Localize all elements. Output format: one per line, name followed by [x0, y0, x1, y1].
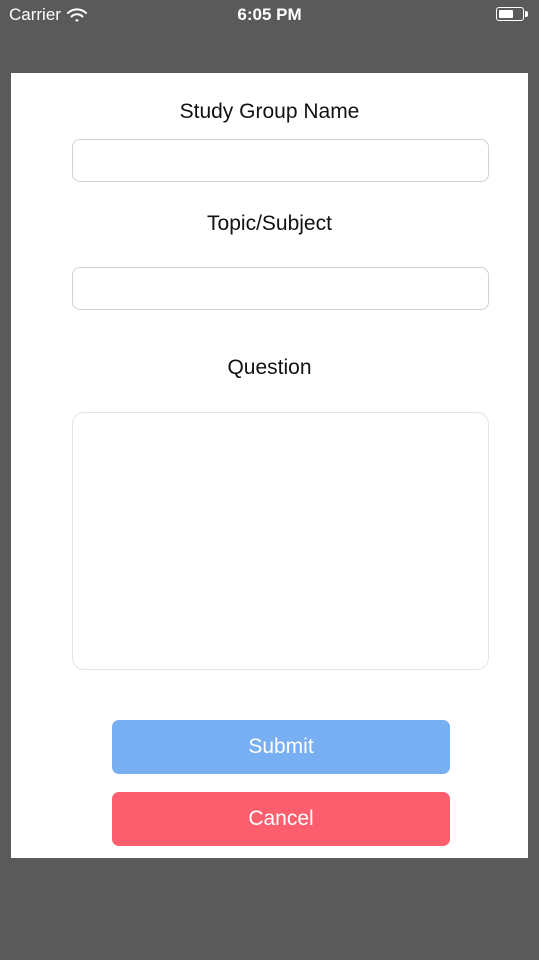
group-name-input[interactable]: [72, 139, 489, 182]
status-bar: Carrier 6:05 PM: [0, 0, 539, 30]
topic-label: Topic/Subject: [207, 212, 332, 235]
topic-input[interactable]: [72, 267, 489, 310]
question-textarea[interactable]: [72, 412, 489, 670]
submit-button[interactable]: Submit: [112, 720, 450, 774]
status-time: 6:05 PM: [237, 5, 302, 24]
question-label: Question: [227, 356, 312, 379]
battery-icon: [496, 7, 529, 23]
create-group-panel: Study Group Name Topic/Subject Question …: [11, 73, 528, 858]
group-name-label: Study Group Name: [179, 100, 360, 123]
cancel-button[interactable]: Cancel: [112, 792, 450, 846]
